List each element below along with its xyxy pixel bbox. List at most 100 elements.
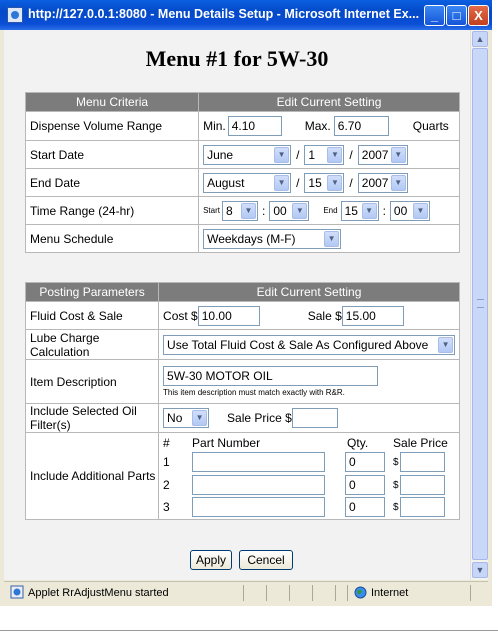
status-divider xyxy=(266,585,267,601)
dropdown-arrow-icon[interactable]: ▼ xyxy=(412,202,428,219)
vertical-scrollbar[interactable]: ▲ ▼ xyxy=(470,30,488,580)
date-separator: / xyxy=(296,175,300,190)
window-title: http://127.0.0.1:8080 - Menu Details Set… xyxy=(28,7,420,21)
item-description-note: This item description must match exactly… xyxy=(163,388,345,397)
dropdown-arrow-icon[interactable]: ▼ xyxy=(274,174,290,191)
posting-parameters-table: Posting Parameters Edit Current Setting … xyxy=(24,282,460,520)
part-qty-input[interactable]: 0 xyxy=(345,475,386,495)
part-number-input[interactable] xyxy=(192,452,326,472)
end-month-select[interactable]: August ▼ xyxy=(203,172,292,193)
minimize-button[interactable]: _ xyxy=(424,5,445,26)
cost-label: Cost $ xyxy=(163,308,198,323)
dropdown-arrow-icon[interactable]: ▼ xyxy=(438,336,454,353)
parts-qty-header: Qty. xyxy=(347,436,369,450)
page-title: Menu #1 for 5W-30 xyxy=(145,46,329,71)
page-border-line xyxy=(0,630,498,631)
dropdown-arrow-icon[interactable]: ▼ xyxy=(390,174,406,191)
dropdown-arrow-icon[interactable]: ▼ xyxy=(240,202,256,219)
close-button[interactable]: X xyxy=(468,5,489,26)
max-volume-input[interactable]: 6.70 xyxy=(333,116,389,136)
scroll-thumb[interactable] xyxy=(472,48,488,560)
min-label: Min. xyxy=(203,119,226,133)
part-qty-input[interactable]: 0 xyxy=(345,452,386,472)
additional-parts-grid: # Part Number Qty. Sale Price 1 0 $ 2 0 … xyxy=(159,433,459,519)
max-label: Max. xyxy=(304,119,331,133)
part-sale-price-input[interactable] xyxy=(400,452,446,472)
status-divider xyxy=(347,585,348,601)
start-day-select[interactable]: 1 ▼ xyxy=(304,144,345,165)
oil-filter-select[interactable]: No ▼ xyxy=(163,408,210,428)
status-text: Applet RrAdjustMenu started xyxy=(28,587,169,599)
dispense-volume-label: Dispense Volume Range xyxy=(24,111,200,141)
start-minute-select[interactable]: 00 ▼ xyxy=(269,200,310,221)
end-time-label: End xyxy=(323,206,338,215)
lube-charge-label: Lube Charge Calculation xyxy=(24,329,160,360)
status-divider xyxy=(243,585,244,601)
part-number-input[interactable] xyxy=(192,475,326,495)
status-divider xyxy=(335,585,336,601)
menu-criteria-table: Menu Criteria Edit Current Setting Dispe… xyxy=(24,92,460,253)
parts-row-num: 2 xyxy=(163,478,170,492)
parts-row-num: 1 xyxy=(163,455,170,469)
date-separator: / xyxy=(296,147,300,162)
time-separator: : xyxy=(261,203,266,218)
item-description-input[interactable]: 5W-30 MOTOR OIL xyxy=(163,366,379,386)
parts-num-header: # xyxy=(163,436,170,450)
currency-symbol: $ xyxy=(393,457,399,468)
dropdown-arrow-icon[interactable]: ▼ xyxy=(327,146,343,163)
start-month-select[interactable]: June ▼ xyxy=(203,144,292,165)
title-bar[interactable]: http://127.0.0.1:8080 - Menu Details Set… xyxy=(0,0,492,30)
min-volume-input[interactable]: 4.10 xyxy=(227,116,282,136)
parts-price-header: Sale Price xyxy=(393,436,448,450)
part-qty-input[interactable]: 0 xyxy=(345,497,386,517)
status-bar: Applet RrAdjustMenu started Internet xyxy=(4,581,488,603)
dropdown-arrow-icon[interactable]: ▼ xyxy=(274,146,290,163)
browser-window: http://127.0.0.1:8080 - Menu Details Set… xyxy=(0,0,492,606)
start-hour-select[interactable]: 8 ▼ xyxy=(221,200,258,221)
date-separator: / xyxy=(349,175,353,190)
dropdown-arrow-icon[interactable]: ▼ xyxy=(327,174,343,191)
dropdown-arrow-icon[interactable]: ▼ xyxy=(324,230,340,247)
fluid-cost-sale-label: Fluid Cost & Sale xyxy=(24,301,160,330)
sale-input[interactable]: 15.00 xyxy=(341,305,404,326)
part-number-input[interactable] xyxy=(192,497,326,517)
scroll-down-icon[interactable]: ▼ xyxy=(472,562,488,578)
posting-parameters-header: Posting Parameters xyxy=(24,282,160,302)
lube-charge-select[interactable]: Use Total Fluid Cost & Sale As Configure… xyxy=(163,334,456,355)
menu-criteria-header: Menu Criteria xyxy=(24,92,200,112)
edit-setting-header: Edit Current Setting xyxy=(158,282,460,302)
scroll-up-icon[interactable]: ▲ xyxy=(472,31,488,47)
additional-parts-label: Include Additional Parts xyxy=(24,432,160,520)
cancel-button[interactable]: Cencel xyxy=(239,550,293,570)
dropdown-arrow-icon[interactable]: ▼ xyxy=(192,410,208,426)
part-sale-price-input[interactable] xyxy=(400,475,446,495)
start-year-select[interactable]: 2007 ▼ xyxy=(357,144,408,165)
maximize-button[interactable]: □ xyxy=(446,5,467,26)
ie-page-icon xyxy=(7,7,23,23)
security-zone-text: Internet xyxy=(371,587,409,599)
filter-sale-price-input[interactable] xyxy=(291,408,338,428)
date-separator: / xyxy=(349,147,353,162)
part-sale-price-input[interactable] xyxy=(400,497,446,517)
oil-filter-label: Include Selected Oil Filter(s) xyxy=(24,403,160,433)
dropdown-arrow-icon[interactable]: ▼ xyxy=(390,146,406,163)
cost-input[interactable]: 10.00 xyxy=(197,305,260,326)
time-range-label: Time Range (24-hr) xyxy=(24,196,200,225)
time-separator: : xyxy=(382,203,386,218)
menu-schedule-label: Menu Schedule xyxy=(24,224,200,253)
item-description-label: Item Description xyxy=(24,359,160,404)
internet-globe-icon xyxy=(354,586,367,599)
sale-label: Sale $ xyxy=(307,308,342,323)
edit-setting-header: Edit Current Setting xyxy=(198,92,460,112)
end-day-select[interactable]: 15 ▼ xyxy=(304,172,345,193)
end-minute-select[interactable]: 00 ▼ xyxy=(389,200,430,221)
dropdown-arrow-icon[interactable]: ▼ xyxy=(292,202,308,219)
page-content: Menu #1 for 5W-30 Menu Criteria Edit Cur… xyxy=(4,30,470,580)
dropdown-arrow-icon[interactable]: ▼ xyxy=(361,202,377,219)
menu-schedule-select[interactable]: Weekdays (M-F) ▼ xyxy=(203,228,342,249)
end-hour-select[interactable]: 15 ▼ xyxy=(340,200,379,221)
end-year-select[interactable]: 2007 ▼ xyxy=(357,172,408,193)
apply-button[interactable]: Apply xyxy=(190,550,232,570)
end-date-label: End Date xyxy=(24,168,200,197)
start-time-label: Start xyxy=(203,206,220,215)
